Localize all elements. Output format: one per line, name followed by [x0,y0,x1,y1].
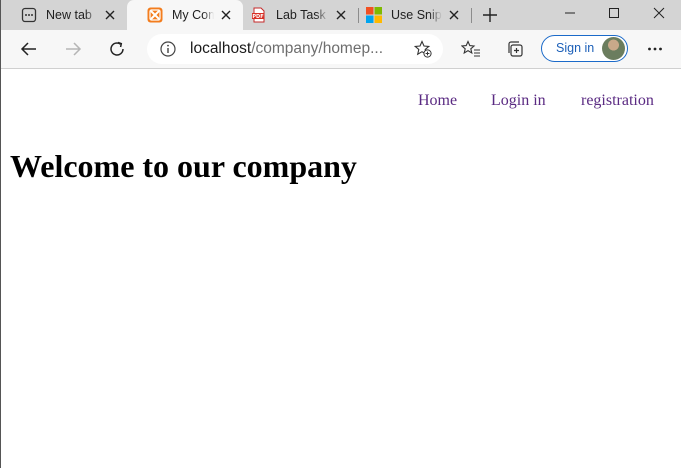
tab-title: New tab [46,8,92,22]
add-favorite-icon[interactable] [413,39,433,59]
sign-in-label: Sign in [556,41,595,55]
back-button[interactable] [14,34,44,64]
close-icon[interactable] [333,7,349,23]
favorites-button[interactable] [456,34,486,64]
plus-icon [483,8,497,22]
url-text[interactable]: localhost/company/homep... [190,34,383,64]
tab-my-company[interactable]: My Company [127,0,243,30]
nav-link-registration[interactable]: registration [581,92,654,110]
avatar [602,37,625,60]
tab-strip: New tab My Company PDF Lab Task [1,0,681,30]
tab-lab-task[interactable]: PDF Lab Task [243,0,358,30]
refresh-button[interactable] [102,34,132,64]
url-path: /company/homep... [251,40,384,57]
more-icon [648,47,662,51]
tab-use-snipping-tool[interactable]: Use Snipping Tool [358,0,471,30]
page-title: Welcome to our company [10,148,357,184]
close-icon[interactable] [446,7,462,23]
close-icon[interactable] [218,7,234,23]
tab-separator [471,8,472,23]
browser-toolbar: localhost/company/homep... Sign in [1,30,681,69]
tab-title: My Company [172,8,214,22]
nav-link-home[interactable]: Home [418,92,457,110]
close-window-button[interactable] [637,0,681,26]
new-tab-button[interactable] [479,4,501,26]
collections-icon [508,41,523,57]
tab-title: Lab Task [276,8,326,22]
browser-window: New tab My Company PDF Lab Task [0,0,681,468]
nav-link-login[interactable]: Login in [491,92,546,110]
page-content: Home Login in registration Welcome to ou… [2,69,681,468]
settings-menu-button[interactable] [640,34,670,64]
info-icon[interactable] [159,40,177,58]
collections-button[interactable] [500,34,530,64]
address-bar[interactable]: localhost/company/homep... [147,34,443,64]
sign-in-button[interactable]: Sign in [541,35,628,62]
microsoft-icon [366,7,382,23]
svg-text:PDF: PDF [252,14,263,20]
favorites-icon [461,40,480,57]
close-icon [653,7,665,19]
refresh-icon [110,41,124,56]
minimize-icon [565,12,575,14]
tab-title: Use Snipping Tool [391,8,442,22]
maximize-button[interactable] [592,0,636,26]
url-host: localhost [190,40,252,57]
new-tab-icon [21,7,37,23]
minimize-button[interactable] [548,0,592,26]
close-icon[interactable] [102,7,118,23]
xampp-icon [147,7,163,23]
pdf-icon: PDF [251,7,267,23]
arrow-right-icon [66,42,82,56]
tab-new-tab[interactable]: New tab [1,0,127,30]
arrow-left-icon [20,42,36,56]
maximize-icon [609,8,619,18]
forward-button[interactable] [58,34,88,64]
